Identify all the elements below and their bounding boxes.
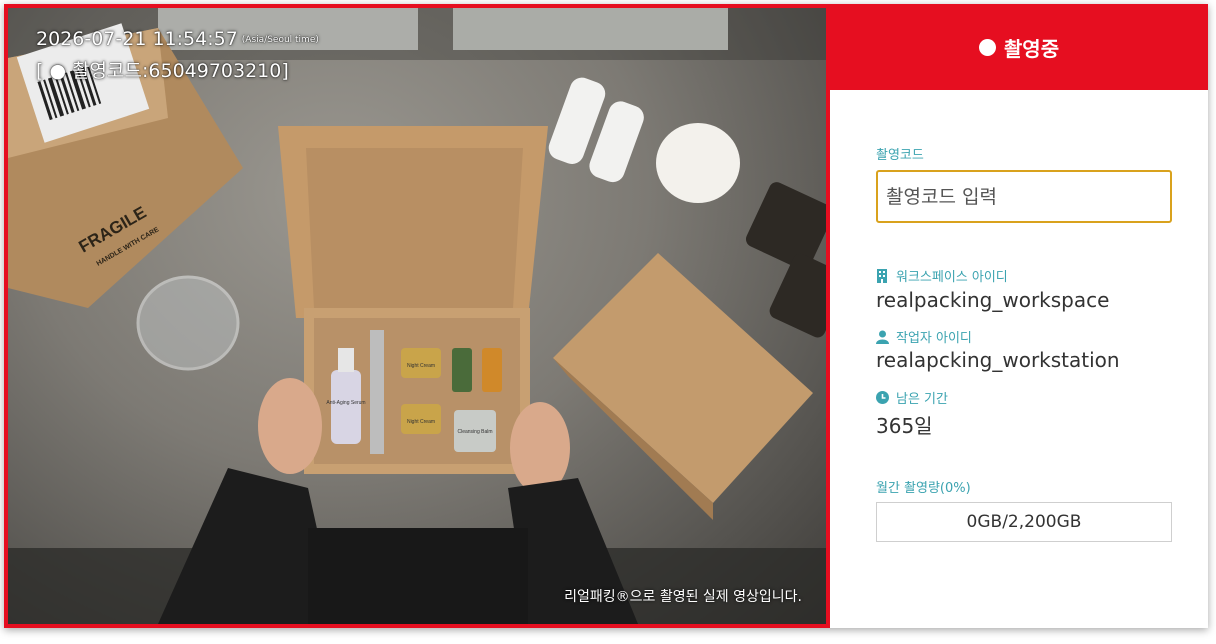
cream-jar bbox=[656, 123, 740, 203]
app-window: FRAGILE HANDLE WITH CARE Anti-Aging Seru… bbox=[4, 4, 1208, 628]
night-cream-1-text: Night Cream bbox=[407, 363, 435, 369]
record-dot-icon bbox=[978, 38, 996, 56]
worker-value: realapcking_workstation bbox=[876, 348, 1120, 372]
recording-code-input[interactable] bbox=[876, 170, 1172, 223]
remaining-value: 365일 bbox=[876, 414, 933, 438]
workspace-label-row: 워크스페이스 아이디 bbox=[876, 266, 1008, 287]
dark-bottle-1 bbox=[745, 182, 826, 270]
green-oil-bottle bbox=[452, 348, 472, 392]
dark-bottle-2 bbox=[769, 253, 826, 338]
timestamp-overlay: 2026-07-21 11:54:57 (Asia/Seoul time) bbox=[36, 28, 319, 50]
code-label: 촬영코드 bbox=[876, 148, 924, 163]
remaining-label-row: 남은 기간 bbox=[876, 388, 948, 408]
left-hand bbox=[258, 378, 322, 474]
worker-label-row: 작업자 아이디 bbox=[876, 327, 972, 348]
usage-label: 월간 촬영량(0%) bbox=[876, 481, 971, 496]
clock-icon bbox=[876, 391, 890, 408]
camera-scene: FRAGILE HANDLE WITH CARE Anti-Aging Seru… bbox=[8, 8, 826, 624]
workspace-value: realpacking_workspace bbox=[876, 288, 1110, 312]
closed-box bbox=[553, 253, 813, 503]
remaining-label: 남은 기간 bbox=[896, 392, 948, 407]
timestamp: 2026-07-21 11:54:57 bbox=[36, 28, 238, 50]
serum-dropper bbox=[338, 348, 354, 372]
usage-value: 0GB/2,200GB bbox=[966, 512, 1082, 532]
side-panel: 촬영중 촬영코드 워크스페이스 아이디 realpacking_workspac… bbox=[830, 4, 1208, 628]
night-cream-2-text: Night Cream bbox=[407, 419, 435, 425]
amber-oil-bottle bbox=[482, 348, 502, 392]
serum-text: Anti-Aging Serum bbox=[326, 400, 365, 406]
video-caption: 리얼패킹®으로 촬영된 실제 영상입니다. bbox=[564, 589, 802, 605]
box-lid-inner bbox=[306, 148, 523, 308]
right-hand bbox=[510, 402, 570, 494]
glass-dish bbox=[136, 275, 240, 371]
balm-text: Cleansing Balm bbox=[457, 429, 492, 435]
torso bbox=[308, 528, 528, 624]
serum-bottle bbox=[331, 370, 361, 444]
eye-serum-tube bbox=[370, 330, 384, 454]
building-icon bbox=[876, 268, 890, 287]
usage-box: 0GB/2,200GB bbox=[876, 502, 1172, 542]
video-frame: FRAGILE HANDLE WITH CARE Anti-Aging Seru… bbox=[4, 4, 830, 628]
workspace-label: 워크스페이스 아이디 bbox=[896, 270, 1008, 285]
camera-preview: FRAGILE HANDLE WITH CARE Anti-Aging Seru… bbox=[8, 8, 826, 624]
recording-status-bar: 촬영중 bbox=[830, 4, 1208, 90]
person-icon bbox=[876, 330, 890, 348]
status-text: 촬영중 bbox=[1003, 36, 1060, 61]
recording-code-overlay: [ ● 촬영코드:65049703210] bbox=[36, 60, 289, 82]
worker-label: 작업자 아이디 bbox=[896, 331, 972, 346]
timezone: (Asia/Seoul time) bbox=[241, 34, 319, 45]
